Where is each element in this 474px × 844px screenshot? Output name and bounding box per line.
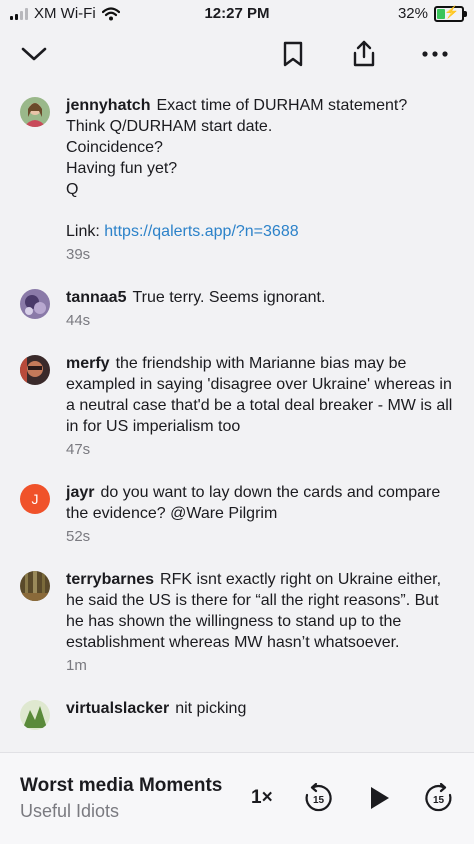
comment-text: terrybarnes RFK isnt exactly right on Ukr… — [66, 569, 460, 653]
skip-back-label: 15 — [313, 795, 325, 806]
player-bar[interactable]: Worst media Moments Useful Idiots 1× 15 … — [0, 752, 474, 844]
skip-forward-label: 15 — [433, 795, 445, 806]
status-right: 32% ⚡ — [397, 5, 467, 22]
status-bar: XM Wi-Fi 12:27 PM 32% ⚡ — [0, 0, 474, 28]
comment-item: tannaa5 True terry. Seems ignorant. 44s — [0, 287, 474, 329]
comment-username[interactable]: jayr — [66, 484, 94, 501]
share-icon[interactable] — [348, 38, 380, 70]
comment-body: nit picking — [175, 700, 247, 717]
comment-item: J jayr do you want to lay down the cards … — [0, 482, 474, 545]
podcast-name[interactable]: Useful Idiots — [20, 801, 119, 822]
skip-forward-icon[interactable]: 15 — [424, 782, 454, 813]
comment-username[interactable]: merfy — [66, 355, 110, 372]
avatar[interactable] — [20, 571, 50, 601]
comment-item: terrybarnes RFK isnt exactly right on Ukr… — [0, 569, 474, 674]
top-bar — [0, 34, 474, 74]
comment-username[interactable]: jennyhatch — [66, 97, 150, 114]
skip-back-icon[interactable]: 15 — [303, 782, 333, 813]
playback-speed-button[interactable]: 1× — [251, 787, 273, 809]
comment-username[interactable]: tannaa5 — [66, 289, 126, 306]
chevron-down-icon[interactable] — [18, 38, 50, 70]
comment-text: merfy the friendship with Marianne bias m… — [66, 353, 460, 437]
avatar[interactable] — [20, 289, 50, 319]
battery-percent: 32% — [397, 5, 428, 22]
comment-timestamp: 44s — [66, 312, 91, 329]
avatar-letter: J — [31, 491, 39, 507]
comment-text: jayr do you want to lay down the cards an… — [66, 482, 460, 524]
comment-text: tannaa5 True terry. Seems ignorant. — [66, 287, 460, 308]
comment-text: virtualslacker nit picking — [66, 698, 460, 719]
comment-timestamp: 47s — [66, 441, 91, 458]
comment-body: True terry. Seems ignorant. — [132, 289, 326, 306]
comment-timestamp: 52s — [66, 528, 91, 545]
comment-body: do you want to lay down the cards and co… — [66, 484, 441, 522]
comment-item: merfy the friendship with Marianne bias m… — [0, 353, 474, 458]
avatar[interactable] — [20, 97, 50, 127]
comment-timestamp: 39s — [66, 246, 91, 263]
avatar[interactable] — [20, 355, 50, 385]
comment-item: virtualslacker nit picking — [0, 698, 474, 730]
avatar[interactable] — [20, 700, 50, 730]
battery-icon: ⚡ — [434, 5, 467, 22]
comment-timestamp: 1m — [66, 657, 87, 674]
play-icon[interactable] — [364, 783, 394, 813]
more-icon[interactable] — [419, 38, 451, 70]
comment-link[interactable]: https://qalerts.app/?n=3688 — [104, 223, 298, 240]
comment-username[interactable]: virtualslacker — [66, 700, 169, 717]
comment-body: the friendship with Marianne bias may be… — [66, 355, 453, 435]
comments-list[interactable]: jennyhatch Exact time of DURHAM statement… — [0, 95, 474, 752]
avatar[interactable]: J — [20, 484, 50, 514]
comment-item: jennyhatch Exact time of DURHAM statement… — [0, 95, 474, 263]
comment-text: jennyhatch Exact time of DURHAM statement… — [66, 95, 460, 242]
link-label: Link: — [66, 223, 105, 240]
episode-title[interactable]: Worst media Moments — [20, 775, 222, 797]
comment-username[interactable]: terrybarnes — [66, 571, 154, 588]
bookmark-icon[interactable] — [277, 38, 309, 70]
